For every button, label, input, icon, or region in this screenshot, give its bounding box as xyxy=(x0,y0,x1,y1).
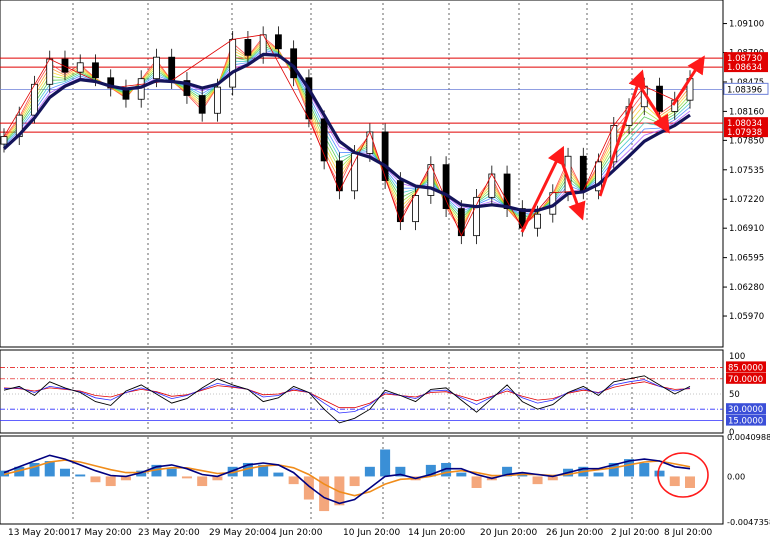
current-price-tag-label: 1.08396 xyxy=(727,85,762,95)
x-tick-label: 20 Jun 20:00 xyxy=(480,528,537,538)
price-level-tag-label: 1.08634 xyxy=(727,63,762,73)
macd-histogram-bar xyxy=(181,476,192,479)
macd-histogram-bar xyxy=(364,466,375,477)
x-tick-label: 23 May 20:00 xyxy=(138,528,200,538)
rsi-level-tag-label: 70.0000 xyxy=(728,375,763,385)
macd-histogram-bar xyxy=(59,468,70,477)
y-tick-label: 1.08160 xyxy=(729,107,764,117)
rsi-level-tag-label: 85.0000 xyxy=(728,363,763,373)
x-tick-label: 10 Jun 20:00 xyxy=(343,528,400,538)
y-tick-label: 1.07535 xyxy=(729,166,764,176)
ma-fan-line xyxy=(3,43,691,223)
candle-body xyxy=(534,213,541,229)
rsi-tick-label: 100 xyxy=(729,352,745,362)
macd-histogram-bar xyxy=(456,472,467,477)
candle-body xyxy=(381,131,389,181)
macd-tick-label: 0.0040988 xyxy=(727,432,770,442)
macd-histogram-bar xyxy=(90,476,101,483)
x-tick-label: 8 Jul 20:00 xyxy=(664,528,713,538)
trend-arrow xyxy=(598,69,646,197)
macd-histogram-bar xyxy=(471,476,482,488)
y-tick-label: 1.06910 xyxy=(729,224,764,234)
x-tick-label: 13 May 20:00 xyxy=(8,528,70,538)
trading-chart: 13 May 20:00 17 May 20:00 23 May 20:00 29 M… xyxy=(0,0,770,540)
candle-body xyxy=(442,164,450,209)
y-tick-label: 1.06595 xyxy=(729,254,764,264)
macd-histogram-bar xyxy=(166,468,177,477)
y-tick-label: 1.07220 xyxy=(729,195,764,205)
candle-body xyxy=(366,131,374,154)
y-tick-label: 1.09100 xyxy=(729,20,764,30)
rsi-level-tag-label: 30.0000 xyxy=(728,405,763,415)
x-tick-label: 4 Jun 20:00 xyxy=(271,528,323,538)
macd-histogram-bar xyxy=(532,476,543,485)
macd-series xyxy=(0,449,695,512)
horizontal-levels xyxy=(0,57,723,133)
price-panel-frame xyxy=(0,0,724,348)
candle-body xyxy=(473,196,480,237)
candle-body xyxy=(412,195,420,223)
candle-body xyxy=(0,136,8,145)
y-tick-label: 1.06280 xyxy=(729,283,764,293)
macd-tick-label: -0.0047358 xyxy=(727,517,770,527)
candle-body xyxy=(274,34,282,50)
rsi-series xyxy=(0,367,723,424)
y-tick-label: 1.05970 xyxy=(729,312,764,322)
rsi-level-tag-label: 15.0000 xyxy=(728,417,763,427)
x-tick-label: 17 May 20:00 xyxy=(70,528,132,538)
macd-histogram-bar xyxy=(654,470,665,477)
x-tick-label: 29 May 20:00 xyxy=(209,528,271,538)
candle-body xyxy=(244,39,252,56)
macd-tick-label: 0.00 xyxy=(727,471,745,481)
macd-histogram-bar xyxy=(380,449,391,477)
candle-body xyxy=(168,56,176,81)
candle-body xyxy=(351,153,359,192)
candle-body xyxy=(503,173,511,209)
rsi-tick-label: 50 xyxy=(729,390,740,400)
macd-histogram-bar xyxy=(288,476,299,485)
candle-body xyxy=(76,62,84,73)
macd-histogram-bar xyxy=(639,462,650,477)
x-tick-label: 2 Jul 20:00 xyxy=(611,528,660,538)
annotation-circle xyxy=(657,452,709,498)
candle-body xyxy=(229,39,237,88)
price-series xyxy=(0,26,694,245)
macd-histogram-bar xyxy=(593,472,604,477)
candle-body xyxy=(198,95,206,114)
candle-body xyxy=(656,85,663,112)
macd-histogram-bar xyxy=(669,476,680,487)
macd-histogram-bar xyxy=(273,472,284,477)
x-tick-label: 26 Jun 20:00 xyxy=(546,528,603,538)
candle-body xyxy=(92,62,99,79)
macd-histogram-bar xyxy=(349,476,360,487)
macd-histogram-bar xyxy=(685,476,695,488)
x-tick-label: 14 Jun 20:00 xyxy=(408,528,465,538)
macd-histogram-bar xyxy=(75,474,86,477)
macd-histogram-bar xyxy=(105,476,116,487)
chart-canvas: 13 May 20:00 17 May 20:00 23 May 20:00 29 M… xyxy=(0,0,770,538)
candle-body xyxy=(214,86,221,114)
price-level-tag-label: 1.07938 xyxy=(727,128,762,138)
macd-histogram-bar xyxy=(197,476,208,487)
candle-body xyxy=(153,56,160,80)
